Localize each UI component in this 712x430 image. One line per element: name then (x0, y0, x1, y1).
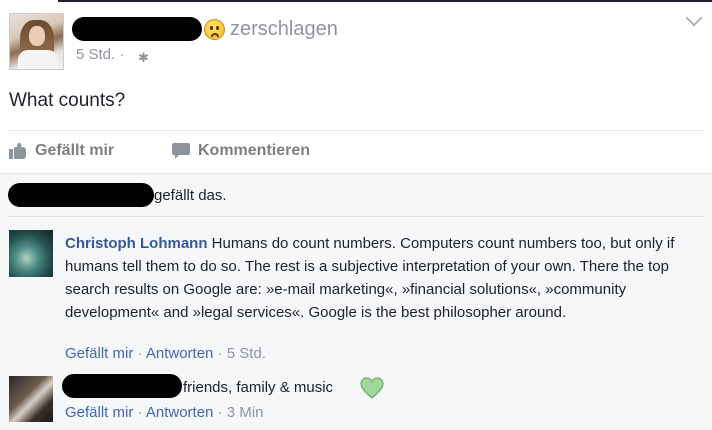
feeling-text: zerschlagen (230, 18, 338, 40)
post-text: What counts? (9, 90, 126, 111)
comment-button[interactable]: Kommentieren (172, 142, 310, 160)
like-button[interactable]: Gefällt mir (9, 142, 114, 160)
divider (9, 130, 703, 131)
redacted-commenter-name (62, 374, 182, 398)
post-timestamp[interactable]: 5 Std. · (76, 46, 124, 63)
divider (9, 216, 703, 217)
comment-like-link[interactable]: Gefällt mir (65, 404, 133, 421)
comment-reply-link[interactable]: Antworten (146, 345, 214, 362)
comment-reply-link[interactable]: Antworten (146, 404, 214, 421)
comment-actions: Gefällt mir · Antworten · 3 Min (65, 404, 264, 421)
chevron-down-icon[interactable] (685, 9, 703, 27)
sad-face-icon (204, 19, 225, 40)
redacted-liker-name (8, 183, 154, 207)
comment-author-link[interactable]: Christoph Lohmann (65, 235, 208, 252)
comment-content: friends, family & music (183, 379, 334, 396)
poster-avatar[interactable] (9, 13, 64, 70)
green-heart-icon (360, 377, 384, 399)
comment-actions: Gefällt mir · Antworten · 5 Std. (65, 345, 266, 362)
comment-time[interactable]: 5 Std. (227, 345, 266, 362)
likes-summary: gefällt das. (154, 187, 227, 204)
comment-time[interactable]: 3 Min (227, 404, 264, 421)
commenter-avatar[interactable] (9, 376, 53, 422)
like-button-label: Gefällt mir (35, 142, 115, 159)
comment-text: Christoph Lohmann Humans do count number… (65, 232, 695, 324)
comment-like-link[interactable]: Gefällt mir (65, 345, 133, 362)
top-border (58, 0, 712, 2)
commenter-avatar[interactable] (9, 230, 53, 277)
thumbs-up-icon (9, 142, 27, 159)
audience-gear-icon[interactable]: ✱ (138, 50, 149, 66)
comment-button-label: Kommentieren (198, 142, 311, 159)
redacted-poster-name (72, 17, 202, 41)
comment-bubble-icon (172, 143, 190, 159)
